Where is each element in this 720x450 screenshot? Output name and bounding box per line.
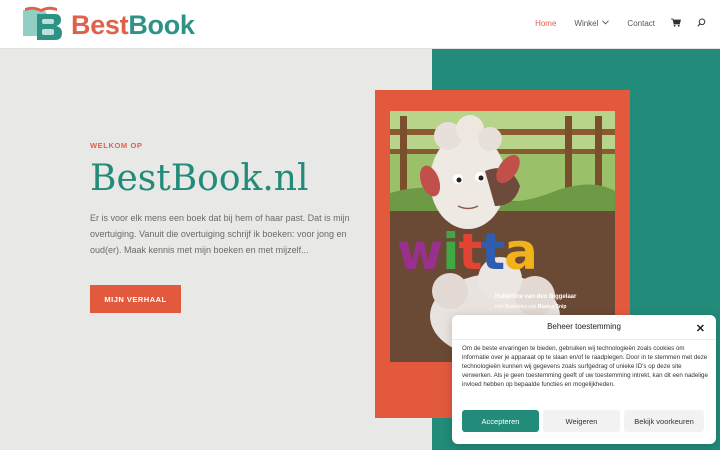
nav-item-home-label: Home — [535, 19, 557, 28]
main-nav: Home Winkel Contact — [517, 18, 706, 29]
logo-text-book: Book — [128, 9, 195, 40]
page-title: BestBook.nl — [90, 158, 309, 199]
accept-button[interactable]: Accepteren — [462, 410, 539, 432]
book-logo-icon — [23, 6, 62, 40]
cookie-divider — [452, 339, 716, 340]
site-header: BestBook Home Winkel Contact — [0, 0, 720, 49]
nav-item-winkel-label: Winkel — [574, 19, 599, 28]
welcome-label: WELKOM OP — [90, 141, 143, 150]
logo-text-best: Best — [71, 9, 129, 40]
mijn-verhaal-button[interactable]: MIJN VERHAAL — [90, 285, 181, 313]
close-icon[interactable]: ✕ — [696, 322, 705, 335]
book-cover-title: witta — [397, 223, 538, 281]
book-cover-illustrator-line: met illustraties van Bianca Snip — [495, 304, 566, 310]
nav-item-contact[interactable]: Contact — [627, 19, 655, 28]
cookie-dialog-title: Beheer toestemming — [547, 322, 621, 331]
intro-text: Er is voor elk mens een boek dat bij hem… — [90, 213, 350, 255]
search-icon[interactable] — [697, 18, 706, 29]
book-cover-illustrations-prefix: met illustraties van — [495, 304, 537, 310]
cookie-consent-dialog: Beheer toestemming ✕ Om de beste ervarin… — [452, 315, 716, 444]
nav-item-contact-label: Contact — [627, 19, 655, 28]
cart-icon[interactable] — [671, 18, 682, 29]
deny-button[interactable]: Weigeren — [543, 410, 620, 432]
chevron-down-icon — [602, 20, 610, 27]
nav-item-home[interactable]: Home — [535, 19, 556, 28]
logo-text: BestBook — [71, 10, 195, 41]
cookie-description: Om de beste ervaringen te bieden, gebrui… — [462, 345, 708, 388]
cookie-buttons: Accepteren Weigeren Bekijk voorkeuren — [462, 410, 704, 432]
book-cover-author: Hubertine van den Biggelaar — [495, 294, 577, 300]
book-cover-illustrator: Bianca Snip — [537, 304, 567, 310]
view-preferences-button[interactable]: Bekijk voorkeuren — [624, 410, 704, 432]
nav-item-winkel[interactable]: Winkel — [574, 19, 610, 28]
logo[interactable]: BestBook — [21, 6, 195, 44]
